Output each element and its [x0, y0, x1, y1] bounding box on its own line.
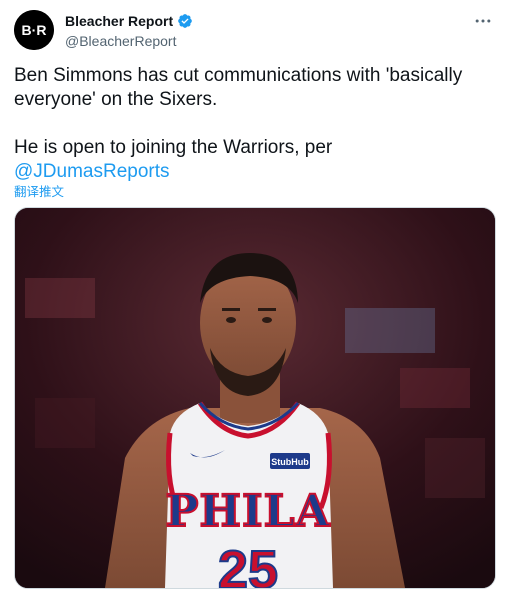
jersey-number: 25 [218, 540, 278, 588]
author-handle[interactable]: @BleacherReport [65, 32, 177, 50]
tweet-text-line2: He is open to joining the Warriors, per @… [14, 136, 494, 184]
author-avatar[interactable]: B·R [14, 10, 54, 50]
jersey-patch-text: StubHub [271, 457, 309, 467]
tweet-card: B·R Bleacher Report @BleacherReport Ben … [0, 0, 510, 589]
translate-tweet-link[interactable]: 翻译推文 [14, 181, 64, 200]
mention-link[interactable]: @JDumasReports [14, 161, 170, 182]
tweet-text-line1: Ben Simmons has cut communications with … [14, 65, 463, 110]
svg-text:B·R: B·R [22, 22, 47, 38]
more-horizontal-icon [475, 19, 491, 23]
tweet-text-line2-body: He is open to joining the Warriors, per [14, 137, 333, 158]
bleacher-report-logo-icon: B·R [14, 10, 54, 50]
verified-badge-icon [178, 14, 192, 28]
jersey-text: PHILA [165, 486, 330, 537]
tweet-photo[interactable]: StubHub PHILA 25 [14, 207, 496, 589]
author-name[interactable]: Bleacher Report [65, 12, 193, 30]
author-name-text: Bleacher Report [65, 13, 174, 29]
more-options-button[interactable] [472, 10, 494, 32]
tweet-text: Ben Simmons has cut communications with … [14, 64, 494, 184]
player-photo: StubHub PHILA 25 [15, 208, 495, 588]
